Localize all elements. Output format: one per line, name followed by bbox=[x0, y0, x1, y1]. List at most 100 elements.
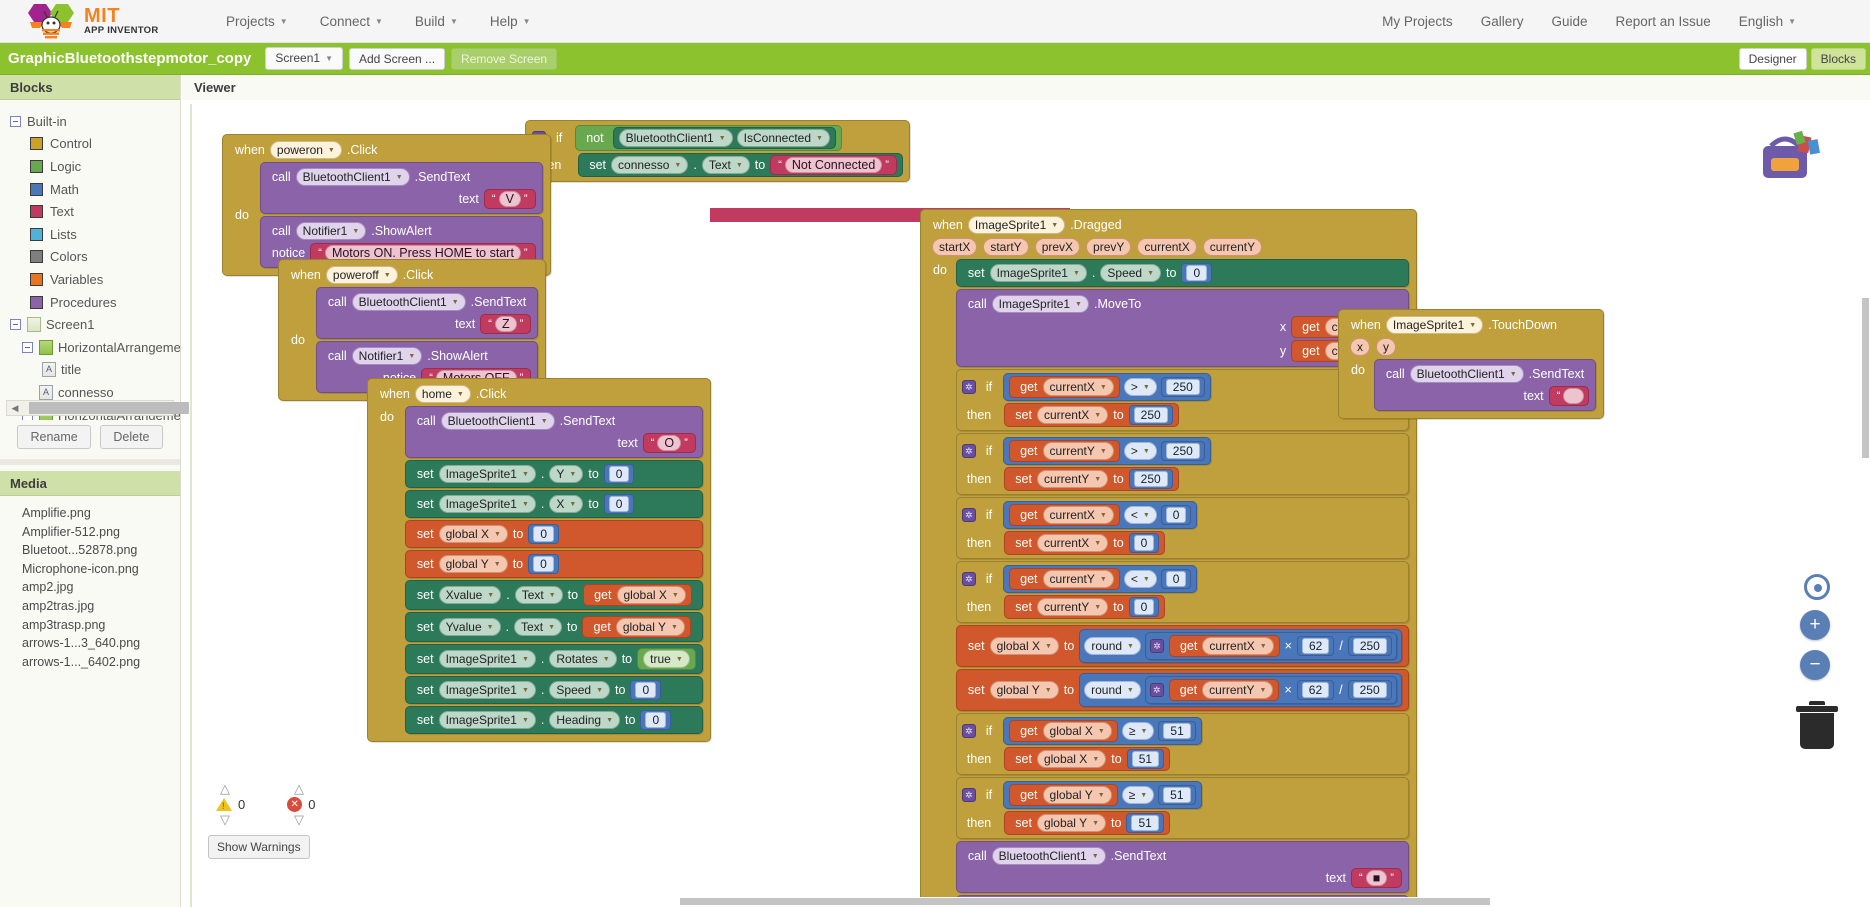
get-var-block[interactable]: get global X ▼ bbox=[1009, 720, 1118, 742]
get-var-field[interactable]: global Y ▼ bbox=[1042, 786, 1112, 804]
set-var-field[interactable]: currentX ▼ bbox=[1036, 534, 1109, 552]
trash-can-icon[interactable] bbox=[1796, 701, 1838, 749]
get-var-block[interactable]: get global Y ▼ bbox=[1009, 784, 1118, 806]
get-var-block[interactable]: get currentX ▼ bbox=[1168, 635, 1280, 657]
logic-true-block[interactable]: true ▼ bbox=[637, 648, 696, 670]
if-block-currentx-lt[interactable]: ✲ if get currentX ▼ < ▼ 0 then set curre… bbox=[955, 497, 1409, 559]
error-down-arrow-icon[interactable]: ▽ bbox=[290, 812, 308, 828]
scroll-left-icon[interactable]: ◀ bbox=[7, 403, 23, 414]
target-field[interactable]: ImageSprite1 ▼ bbox=[438, 650, 536, 668]
number-value[interactable]: 0 bbox=[608, 496, 630, 512]
prop-field[interactable]: Text ▼ bbox=[514, 586, 563, 604]
param-prevx[interactable]: prevX bbox=[1034, 238, 1081, 256]
touchdown-text-value[interactable] bbox=[1563, 388, 1585, 404]
set-imagesprite-rotates-block[interactable]: set ImageSprite1 ▼ . Rotates ▼ to true ▼ bbox=[404, 644, 703, 674]
get-global-y-block[interactable]: get global Y ▼ bbox=[582, 616, 691, 638]
warning-up-arrow-icon[interactable]: △ bbox=[216, 781, 234, 797]
number-value[interactable]: 250 bbox=[1352, 638, 1387, 654]
scrollbar-thumb[interactable] bbox=[1862, 298, 1869, 458]
poweron-text-value[interactable]: V bbox=[498, 191, 521, 207]
get-var-field[interactable]: currentY ▼ bbox=[1202, 681, 1274, 699]
get-var-field[interactable]: currentY ▼ bbox=[1042, 442, 1114, 460]
number-block[interactable]: 250 bbox=[1128, 469, 1173, 489]
designer-tab[interactable]: Designer bbox=[1738, 47, 1807, 70]
set-global-x-block[interactable]: set global X ▼ to 0 bbox=[404, 520, 703, 548]
number-block[interactable]: 51 bbox=[1126, 749, 1165, 769]
get-var-field[interactable]: currentX ▼ bbox=[1042, 506, 1114, 524]
prop-field[interactable]: X ▼ bbox=[549, 495, 584, 513]
tree-item-text[interactable]: Text bbox=[8, 200, 180, 223]
nav-help[interactable]: Help ▼ bbox=[474, 8, 547, 35]
app-logo[interactable]: MIT APP INVENTOR bbox=[22, 2, 162, 40]
tree-item-lists[interactable]: Lists bbox=[8, 223, 180, 246]
target-field[interactable]: Xvalue ▼ bbox=[438, 586, 502, 604]
comparison-block[interactable]: get global Y ▼ ≥ ▼ 51 bbox=[1003, 781, 1202, 809]
if-block-globaly-clamp[interactable]: ✲ if get global Y ▼ ≥ ▼ 51 then set glob… bbox=[955, 777, 1409, 839]
number-block[interactable]: 0 bbox=[1128, 533, 1160, 553]
warning-indicator[interactable]: 0 bbox=[216, 797, 245, 812]
backpack-icon[interactable] bbox=[1753, 124, 1825, 186]
tree-item-screen1[interactable]: Screen1 bbox=[8, 313, 180, 336]
touchdown-text-block[interactable]: “ bbox=[1548, 386, 1590, 406]
center-workspace-icon[interactable] bbox=[1804, 574, 1830, 600]
target-field[interactable]: ImageSprite1 ▼ bbox=[438, 495, 536, 513]
show-warnings-button[interactable]: Show Warnings bbox=[208, 835, 310, 859]
gear-icon[interactable]: ✲ bbox=[961, 572, 976, 586]
number-value[interactable]: 62 bbox=[1301, 638, 1330, 654]
param-currenty[interactable]: currentY bbox=[1202, 238, 1263, 256]
set-var-block[interactable]: set currentX ▼ to 250 bbox=[1004, 403, 1179, 427]
scrollbar-thumb[interactable] bbox=[29, 402, 189, 414]
tree-item-colors[interactable]: Colors bbox=[8, 246, 180, 269]
number-value[interactable]: 0 bbox=[1165, 571, 1187, 587]
nav-my-projects[interactable]: My Projects bbox=[1368, 8, 1467, 35]
tree-item-title[interactable]: A title bbox=[8, 359, 180, 382]
blocks-tree-horizontal-scrollbar[interactable]: ◀ ▶ bbox=[6, 400, 189, 416]
nav-guide[interactable]: Guide bbox=[1537, 8, 1601, 35]
operator-field[interactable]: ≥ ▼ bbox=[1121, 722, 1155, 740]
number-value[interactable]: 0 bbox=[533, 556, 554, 572]
multiply-divide-block[interactable]: ✲ get currentY ▼ × 62 / 250 bbox=[1144, 676, 1397, 704]
zoom-in-button[interactable]: + bbox=[1800, 610, 1830, 640]
number-value[interactable]: 51 bbox=[1163, 723, 1191, 739]
if-block-globalx-clamp[interactable]: ✲ if get global X ▼ ≥ ▼ 51 then set glob… bbox=[955, 713, 1409, 775]
call-bt-sendtext-dragged-block[interactable]: call BluetoothClient1 ▼ .SendText text “ … bbox=[955, 841, 1409, 893]
comparison-block[interactable]: get currentY ▼ > ▼ 250 bbox=[1003, 437, 1211, 465]
collapse-icon[interactable] bbox=[22, 341, 33, 353]
zoom-out-button[interactable]: − bbox=[1800, 650, 1830, 680]
prop-field[interactable]: Heading ▼ bbox=[549, 711, 621, 729]
set-global-y-block[interactable]: set global Y ▼ to 0 bbox=[404, 550, 703, 578]
target-field[interactable]: ImageSprite1 ▼ bbox=[989, 264, 1087, 282]
number-value[interactable]: 62 bbox=[1301, 682, 1330, 698]
poweron-component-field[interactable]: poweron ▼ bbox=[269, 141, 342, 159]
number-block[interactable]: 250 bbox=[1160, 377, 1205, 397]
param-y[interactable]: y bbox=[1376, 338, 1396, 356]
set-var-block[interactable]: set global Y ▼ to 51 bbox=[1004, 811, 1170, 835]
get-var-block[interactable]: get currentY ▼ bbox=[1009, 568, 1120, 590]
home-text-value-block[interactable]: “ O ” bbox=[642, 433, 696, 453]
set-var-block[interactable]: set global X ▼ to 51 bbox=[1004, 747, 1171, 771]
media-item[interactable]: amp2.jpg bbox=[0, 578, 180, 597]
set-global-y-formula-block[interactable]: set global Y ▼ to round ▼ ✲ get currentY ▼ bbox=[955, 669, 1409, 711]
call-bluetooth-sendtext-block[interactable]: call BluetoothClient1 ▼ .SendText text “ … bbox=[315, 287, 539, 339]
number-block[interactable]: 0 bbox=[603, 494, 635, 514]
nav-gallery[interactable]: Gallery bbox=[1467, 8, 1538, 35]
not-block[interactable]: not BluetoothClient1 ▼ IsConnected ▼ bbox=[575, 125, 842, 151]
nav-report-issue[interactable]: Report an Issue bbox=[1601, 8, 1724, 35]
set-sprite-speed-block[interactable]: set ImageSprite1 ▼ . Speed ▼ to 0 bbox=[955, 259, 1409, 287]
multiply-divide-block[interactable]: ✲ get currentX ▼ × 62 / 250 bbox=[1144, 632, 1397, 660]
number-block[interactable]: 250 bbox=[1347, 636, 1392, 656]
number-block[interactable]: 0 bbox=[603, 464, 635, 484]
set-yvalue-text-block[interactable]: set Yvalue ▼ . Text ▼ to get global Y ▼ bbox=[404, 612, 703, 642]
number-value[interactable]: 0 bbox=[1165, 507, 1187, 523]
true-field[interactable]: true ▼ bbox=[643, 650, 690, 668]
round-field[interactable]: round ▼ bbox=[1084, 681, 1141, 699]
bluetooth-isconnected-block[interactable]: BluetoothClient1 ▼ IsConnected ▼ bbox=[612, 127, 836, 149]
number-value[interactable]: 51 bbox=[1131, 815, 1159, 831]
tree-item-control[interactable]: Control bbox=[8, 133, 180, 156]
get-var-block[interactable]: get currentX ▼ bbox=[1009, 504, 1120, 526]
call-bluetooth-sendtext-block[interactable]: call BluetoothClient1 ▼ .SendText text “ … bbox=[259, 162, 543, 214]
bt-component-field[interactable]: BluetoothClient1 ▼ bbox=[351, 293, 466, 311]
param-prevy[interactable]: prevY bbox=[1086, 238, 1132, 256]
set-xvalue-text-block[interactable]: set Xvalue ▼ . Text ▼ to get global X ▼ bbox=[404, 580, 703, 610]
bt-component-field[interactable]: BluetoothClient1 ▼ bbox=[618, 129, 733, 147]
